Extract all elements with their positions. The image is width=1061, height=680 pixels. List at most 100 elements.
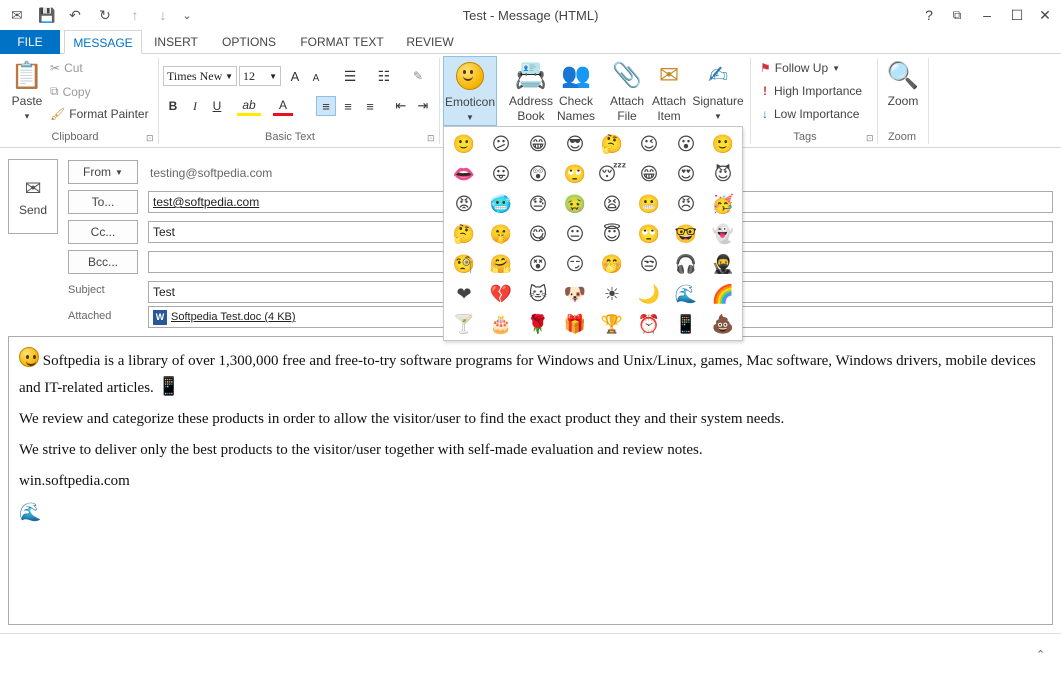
emoticon-item[interactable]: 😓 (522, 190, 554, 218)
numbering-button[interactable]: ☷ (370, 66, 398, 86)
follow-up-button[interactable]: ⚑ Follow Up ▼ (760, 61, 840, 75)
emoticon-item[interactable]: 😁 (633, 160, 665, 188)
attach-file-button[interactable]: 📎 Attach File (605, 60, 649, 124)
highlight-button[interactable]: ab (237, 96, 261, 116)
emoticon-item[interactable]: 👻 (707, 220, 739, 248)
emoticon-item[interactable]: 🌙 (633, 280, 665, 308)
tab-insert[interactable]: INSERT (150, 30, 202, 54)
font-size-combo[interactable]: 12 ▼ (239, 66, 281, 86)
emoticon-item[interactable]: 😲 (522, 160, 554, 188)
emoticon-item[interactable]: 🍸 (448, 310, 480, 338)
cut-button[interactable]: ✂ Cut (50, 61, 83, 75)
emoticon-item[interactable]: 😏 (559, 250, 591, 278)
check-names-button[interactable]: 👥 Check Names (554, 60, 598, 124)
emoticon-item[interactable]: 😕 (485, 130, 517, 158)
from-button[interactable]: From ▼ (68, 160, 138, 184)
emoticon-item[interactable]: ⏰ (633, 310, 665, 338)
emoticon-item[interactable]: 🥷 (707, 250, 739, 278)
tab-options[interactable]: OPTIONS (216, 30, 282, 54)
shrink-font-button[interactable]: A (306, 68, 326, 88)
align-right-button[interactable]: ≡ (360, 96, 380, 116)
emoticon-item[interactable]: 😒 (633, 250, 665, 278)
emoticon-item[interactable]: 💩 (707, 310, 739, 338)
expand-people-pane-icon[interactable]: ⌃ (1036, 648, 1045, 661)
high-importance-button[interactable]: ! High Importance (760, 84, 862, 98)
emoticon-item[interactable]: 🤔 (596, 130, 628, 158)
font-name-combo[interactable]: Times New ▼ (163, 66, 237, 86)
tab-file[interactable]: FILE (0, 30, 60, 54)
emoticon-item[interactable]: 😁 (522, 130, 554, 158)
emoticon-item[interactable]: 🏆 (596, 310, 628, 338)
align-left-button[interactable]: ≡ (316, 96, 336, 116)
emoticon-item[interactable]: 🤫 (485, 220, 517, 248)
emoticon-item[interactable]: 🤔 (448, 220, 480, 248)
tab-format-text[interactable]: FORMAT TEXT (296, 30, 388, 54)
emoticon-item[interactable]: 🐶 (559, 280, 591, 308)
tab-message[interactable]: MESSAGE (64, 30, 142, 54)
to-recipient[interactable]: test@softpedia.com (153, 195, 259, 209)
emoticon-item[interactable]: 😴 (596, 160, 628, 188)
emoticon-item[interactable]: 🎧 (670, 250, 702, 278)
emoticon-item[interactable]: 😡 (448, 190, 480, 218)
font-color-button[interactable]: A (273, 96, 293, 116)
emoticon-item[interactable]: 😇 (596, 220, 628, 248)
emoticon-item[interactable]: 📱 (670, 310, 702, 338)
emoticon-item[interactable]: 😋 (522, 220, 554, 248)
to-button[interactable]: To... (68, 190, 138, 214)
emoticon-item[interactable]: 🌊 (670, 280, 702, 308)
emoticon-item[interactable]: 🥶 (485, 190, 517, 218)
emoticon-item[interactable]: 🙂 (448, 130, 480, 158)
help-button[interactable]: ? (918, 6, 940, 24)
emoticon-item[interactable]: 😈 (707, 160, 739, 188)
copy-button[interactable]: ⧉ Copy (50, 84, 91, 99)
emoticon-item[interactable]: 😠 (670, 190, 702, 218)
emoticon-item[interactable]: 🙂 (707, 130, 739, 158)
emoticon-item[interactable]: 🎂 (485, 310, 517, 338)
emoticon-item[interactable]: 💔 (485, 280, 517, 308)
emoticon-item[interactable]: 🙄 (633, 220, 665, 248)
emoticon-item[interactable]: 😵 (522, 250, 554, 278)
bullets-button[interactable]: ☰ (336, 66, 364, 86)
attach-item-button[interactable]: ✉ Attach Item (647, 60, 691, 124)
paste-button[interactable]: 📋 Paste ▾ (6, 60, 48, 124)
emoticon-item[interactable]: 😮 (670, 130, 702, 158)
emoticon-item[interactable]: 👄 (448, 160, 480, 188)
maximize-button[interactable]: ☐ (1006, 6, 1028, 24)
emoticon-item[interactable]: 🤓 (670, 220, 702, 248)
emoticon-item[interactable]: 🤗 (485, 250, 517, 278)
paste-dropdown-icon[interactable]: ▾ (6, 109, 48, 124)
ribbon-display-options-button[interactable]: ⧉ (946, 6, 968, 24)
emoticon-item[interactable]: 🤭 (596, 250, 628, 278)
emoticon-item[interactable]: 🎁 (559, 310, 591, 338)
increase-indent-button[interactable]: ⇥ (413, 96, 433, 116)
signature-button[interactable]: ✍ Signature ▼ (690, 60, 746, 124)
send-button[interactable]: ✉ Send (8, 159, 58, 234)
emoticon-item[interactable]: 🧐 (448, 250, 480, 278)
emoticon-item[interactable]: 😎 (559, 130, 591, 158)
emoticon-item[interactable]: 😫 (596, 190, 628, 218)
zoom-button[interactable]: 🔍 Zoom (882, 60, 924, 109)
basic-text-launcher-icon[interactable]: ⊡ (427, 133, 435, 144)
emoticon-item[interactable]: 😛 (485, 160, 517, 188)
emoticon-item[interactable]: 😐 (559, 220, 591, 248)
bold-button[interactable]: B (163, 96, 183, 116)
emoticon-item[interactable]: 🐱 (522, 280, 554, 308)
italic-button[interactable]: I (185, 96, 205, 116)
close-button[interactable]: ✕ (1034, 6, 1056, 24)
emoticon-item[interactable]: 🙄 (559, 160, 591, 188)
clipboard-launcher-icon[interactable]: ⊡ (146, 133, 154, 144)
address-book-button[interactable]: 📇 Address Book (508, 60, 554, 124)
format-painter-button[interactable]: 🖌 Format Painter (50, 107, 149, 121)
emoticon-item[interactable]: 🥳 (707, 190, 739, 218)
message-body[interactable]: Softpedia is a library of over 1,300,000… (8, 336, 1053, 625)
decrease-indent-button[interactable]: ⇤ (391, 96, 411, 116)
bcc-button[interactable]: Bcc... (68, 250, 138, 274)
underline-button[interactable]: U (207, 96, 227, 116)
align-center-button[interactable]: ≡ (338, 96, 358, 116)
emoticon-item[interactable]: 🌈 (707, 280, 739, 308)
grow-font-button[interactable]: A (285, 66, 305, 86)
tab-review[interactable]: REVIEW (402, 30, 458, 54)
emoticon-item[interactable]: 😍 (670, 160, 702, 188)
emoticon-item[interactable]: 🤢 (559, 190, 591, 218)
emoticon-item[interactable]: 🌹 (522, 310, 554, 338)
